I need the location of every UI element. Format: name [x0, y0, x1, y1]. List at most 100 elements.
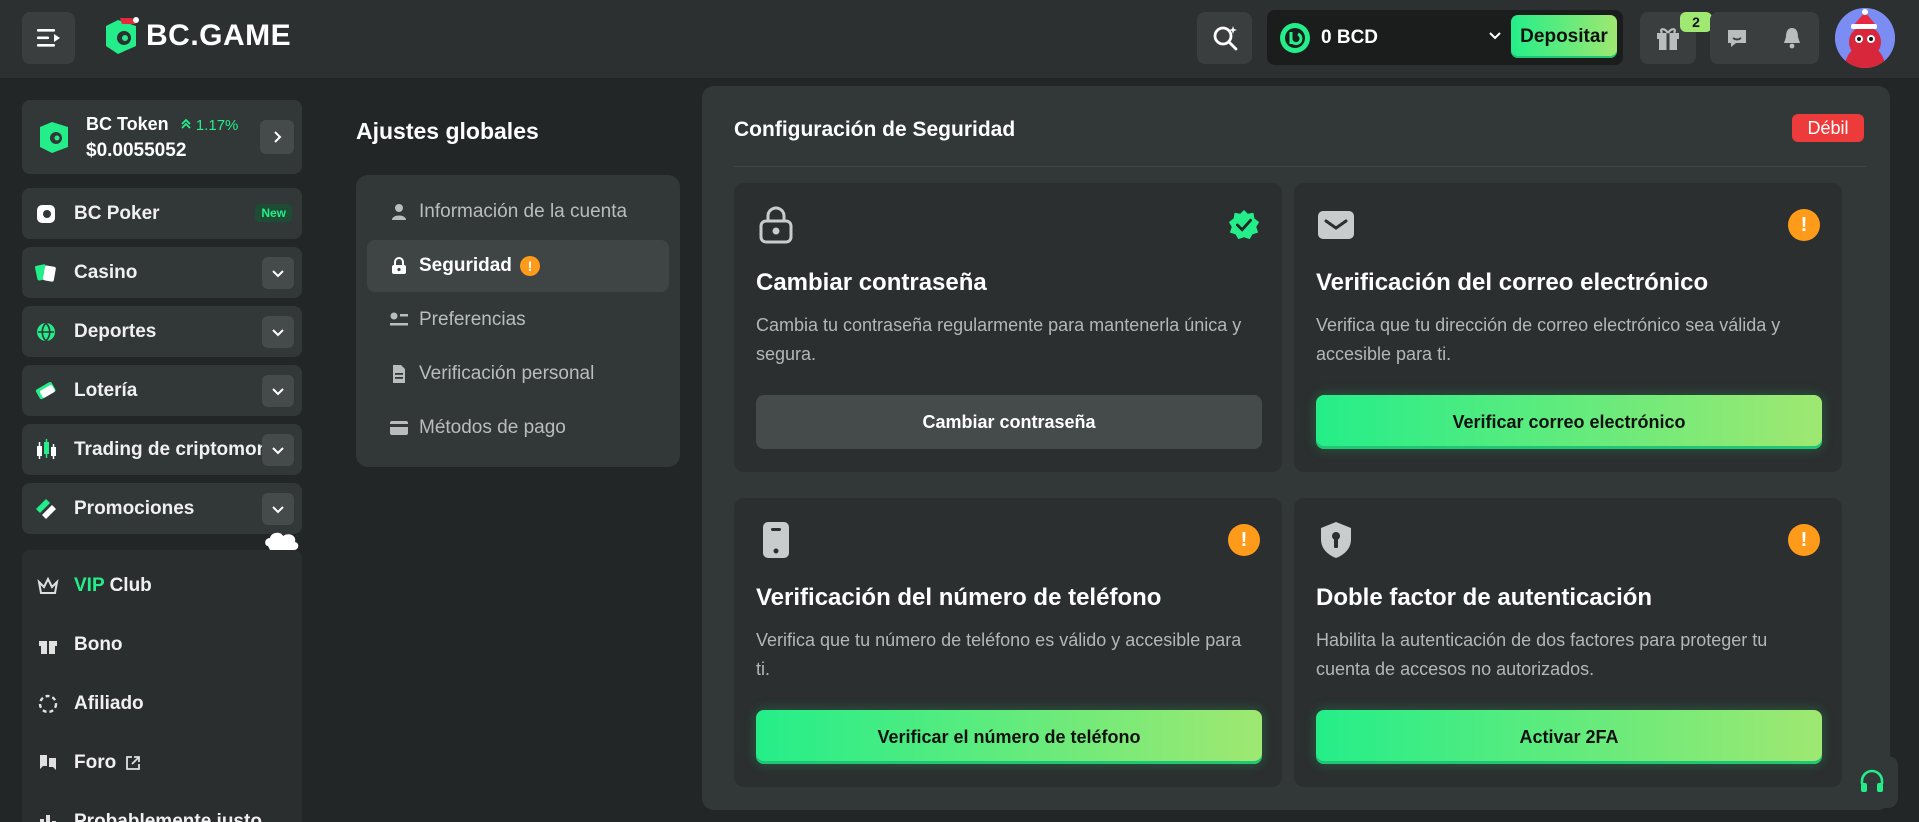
bc-game-logo[interactable]: BC.GAME: [102, 16, 291, 56]
sidebar-item-vip-club[interactable]: VIP Club: [22, 564, 302, 608]
wallet-amount: 0 BCD: [1321, 26, 1379, 48]
token-details-button[interactable]: [260, 120, 294, 154]
chevron-down-icon[interactable]: [1487, 28, 1503, 44]
warning-icon: !: [1788, 524, 1820, 556]
vip-label: VIP: [74, 575, 105, 596]
menu-toggle-button[interactable]: [22, 12, 75, 64]
menu-icon: [36, 29, 60, 47]
bell-icon[interactable]: [1779, 25, 1805, 51]
token-name-row: BC Token 1.17%: [86, 114, 238, 135]
phone-verification-card: ! Verificación del número de teléfono Ve…: [734, 498, 1282, 787]
chevron-right-icon: [274, 131, 282, 143]
token-change: 1.17%: [180, 117, 238, 134]
warning-icon: !: [519, 256, 540, 276]
sidebar-item-promotions[interactable]: Promociones: [22, 483, 302, 534]
fair-icon: [36, 810, 60, 822]
sidebar-item-provably-fair[interactable]: Probablemente justo: [22, 800, 302, 822]
bcd-coin-icon: [1280, 22, 1310, 53]
warning-mark: !: [1788, 209, 1820, 241]
card-description: Habilita la autenticación de dos factore…: [1316, 630, 1768, 679]
page-scrollbar[interactable]: [1903, 78, 1919, 822]
change-password-card: Cambiar contraseña Cambia tu contraseña …: [734, 183, 1282, 472]
bc-token-card[interactable]: BC Token 1.17% $0.0055052: [22, 100, 302, 174]
token-name: BC Token: [86, 114, 169, 134]
forum-icon: [36, 751, 60, 775]
warning-icon: !: [1228, 524, 1260, 556]
expand-sports-button[interactable]: [262, 316, 294, 348]
bc-token-icon: [40, 122, 68, 153]
chevron-down-icon: [272, 329, 284, 337]
chat-notification-group: [1710, 12, 1819, 64]
security-strength-badge: Débil: [1792, 114, 1864, 142]
sports-ball-icon: [34, 320, 58, 344]
external-link-icon: [126, 756, 141, 770]
sidebar-item-sports[interactable]: Deportes: [22, 306, 302, 357]
change-password-button[interactable]: Cambiar contraseña: [756, 395, 1262, 449]
chevron-down-icon: [272, 388, 284, 396]
security-settings-panel: Configuración de Seguridad Débil Cambiar…: [702, 86, 1890, 810]
candlestick-icon: [34, 438, 58, 462]
settings-item-label: Seguridad: [419, 255, 512, 276]
warning-icon: !: [1788, 209, 1820, 241]
warning-mark: !: [1788, 524, 1820, 556]
activate-2fa-button[interactable]: Activar 2FA: [1316, 710, 1822, 764]
logo-text: BC.GAME: [146, 19, 292, 52]
email-verification-card: ! Verificación del correo electrónico Ve…: [1294, 183, 1842, 472]
padlock-icon: [756, 205, 796, 245]
sidebar-item-casino[interactable]: Casino: [22, 247, 302, 298]
settings-item-label: Preferencias: [419, 309, 526, 330]
card-title: Doble factor de autenticación: [1316, 584, 1653, 611]
card-description: Cambia tu contraseña regularmente para m…: [756, 315, 1242, 364]
sidebar-item-bonus[interactable]: Bono: [22, 623, 302, 667]
sidebar-item-crypto-trading[interactable]: Trading de criptomonedas: [22, 424, 302, 475]
card-icon: [389, 420, 409, 436]
settings-item-preferences[interactable]: Preferencias: [367, 294, 669, 346]
sidebar-item-label: BC Poker: [74, 202, 160, 224]
token-price: $0.0055052: [86, 140, 187, 161]
sidebar: BC Token 1.17% $0.0055052 BC Poker New C…: [0, 78, 322, 822]
sidebar-item-affiliate[interactable]: Afiliado: [22, 682, 302, 726]
settings-nav: Información de la cuenta Seguridad ! Pre…: [356, 175, 680, 467]
two-factor-card: ! Doble factor de autenticación Habilita…: [1294, 498, 1842, 787]
lottery-icon: [34, 379, 58, 403]
settings-item-security[interactable]: Seguridad !: [367, 240, 669, 292]
search-button[interactable]: [1197, 12, 1252, 64]
chat-icon[interactable]: [1724, 25, 1750, 51]
sidebar-item-forum[interactable]: Foro: [22, 741, 302, 785]
wallet-selector[interactable]: 0 BCD Depositar: [1267, 10, 1623, 65]
envelope-icon: [1316, 205, 1356, 245]
sidebar-item-poker[interactable]: BC Poker New: [22, 188, 302, 239]
document-icon: [389, 364, 409, 384]
expand-lottery-button[interactable]: [262, 375, 294, 407]
deposit-button[interactable]: Depositar: [1511, 15, 1617, 58]
page-title: Ajustes globales: [356, 118, 539, 144]
casino-icon: [34, 261, 58, 285]
promo-icon: [34, 497, 58, 521]
crown-icon: [36, 574, 60, 598]
verify-phone-button[interactable]: Verificar el número de teléfono: [756, 710, 1262, 764]
double-chevron-up-icon: [181, 118, 191, 129]
chevron-down-icon: [272, 447, 284, 455]
sidebar-item-lottery[interactable]: Lotería: [22, 365, 302, 416]
support-button[interactable]: [1846, 756, 1898, 808]
verify-email-button[interactable]: Verificar correo electrónico: [1316, 395, 1822, 449]
shield-key-icon: [1316, 520, 1356, 560]
phone-icon: [756, 520, 796, 560]
card-description: Verifica que tu número de teléfono es vá…: [756, 630, 1242, 679]
settings-item-payment-methods[interactable]: Métodos de pago: [367, 402, 669, 454]
lock-icon: [389, 257, 409, 275]
user-icon: [389, 203, 409, 221]
search-icon: [1213, 26, 1237, 51]
chevron-down-icon: [272, 270, 284, 278]
sidebar-item-label: Deportes: [74, 320, 157, 342]
expand-casino-button[interactable]: [262, 257, 294, 289]
user-avatar[interactable]: [1835, 8, 1895, 68]
expand-crypto-trading-button[interactable]: [262, 434, 294, 466]
security-title: Configuración de Seguridad: [734, 118, 1016, 141]
settings-item-label: Información de la cuenta: [419, 201, 628, 222]
expand-promotions-button[interactable]: [262, 493, 294, 525]
settings-item-account-info[interactable]: Información de la cuenta: [367, 186, 669, 238]
verified-badge-icon: [1228, 209, 1260, 241]
card-title: Verificación del correo electrónico: [1316, 269, 1709, 296]
settings-item-personal-verification[interactable]: Verificación personal: [367, 348, 669, 400]
